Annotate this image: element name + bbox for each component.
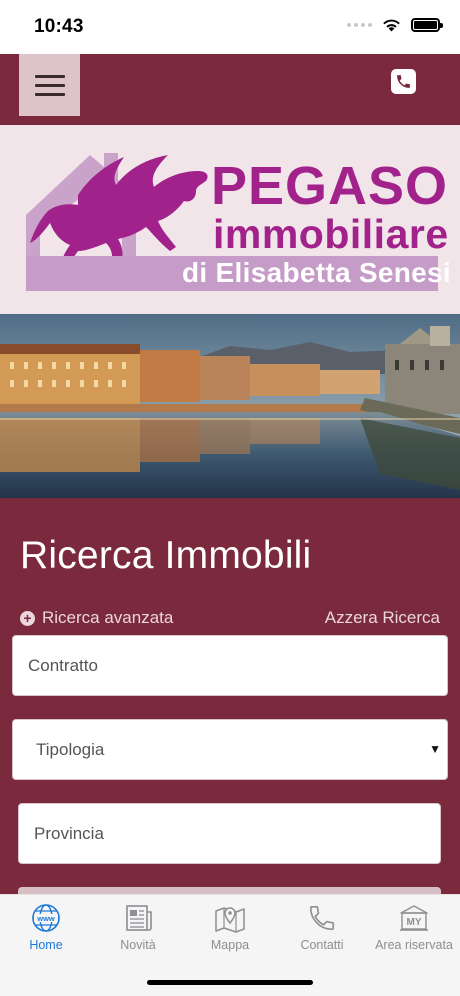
tab-news-label: Novità (120, 938, 156, 952)
hero-image (0, 314, 460, 498)
status-bar: 10:43 (0, 0, 460, 54)
dropdown-caret-icon: ▼ (429, 742, 441, 756)
advanced-search-link[interactable]: + Ricerca avanzata (20, 608, 173, 628)
tab-reserved-area[interactable]: MY Area riservata (368, 903, 460, 952)
property-type-select[interactable]: Tipologia ▼ (12, 719, 448, 780)
reset-search-link[interactable]: Azzera Ricerca (325, 608, 440, 628)
wifi-icon (383, 19, 400, 32)
top-app-bar (0, 54, 460, 125)
brand-owner: di Elisabetta Senesi (182, 257, 451, 288)
advanced-search-label: Ricerca avanzata (42, 608, 174, 627)
home-indicator (147, 980, 313, 985)
tab-map-label: Mappa (210, 938, 250, 952)
battery-icon (411, 18, 443, 32)
phone-icon (309, 905, 335, 931)
tab-home[interactable]: www Home (0, 903, 92, 952)
tab-reserved-area-label: Area riservata (375, 938, 453, 952)
menu-button[interactable] (19, 54, 80, 116)
brand-logo: PEGASO immobiliare di Elisabetta Senesi (0, 125, 460, 314)
cellular-signal-icon (347, 23, 372, 27)
tab-home-label: Home (29, 938, 63, 952)
brand-subtitle: immobiliare (213, 211, 449, 257)
tab-news[interactable]: Novità (92, 903, 184, 952)
svg-text:www: www (36, 914, 55, 923)
search-title: Ricerca Immobili (20, 534, 312, 577)
river-panorama-image (0, 314, 460, 498)
phone-icon (397, 75, 410, 88)
brand-name: PEGASO (211, 156, 449, 216)
newspaper-icon (126, 905, 152, 931)
search-options-row: + Ricerca avanzata Azzera Ricerca (20, 608, 440, 628)
call-button[interactable] (391, 69, 416, 94)
province-field[interactable]: Provincia (18, 803, 441, 864)
plus-circle-icon: + (20, 610, 35, 626)
search-section: Ricerca Immobili + Ricerca avanzata Azze… (0, 498, 460, 897)
my-area-icon: MY (400, 905, 428, 931)
tab-contacts-label: Contatti (300, 938, 344, 952)
tab-map[interactable]: Mappa (184, 903, 276, 952)
status-time: 10:43 (34, 16, 84, 37)
svg-text:MY: MY (407, 917, 422, 928)
globe-www-icon: www (32, 904, 60, 932)
status-icons (347, 18, 443, 32)
map-pin-icon (215, 907, 245, 933)
tab-contacts[interactable]: Contatti (276, 903, 368, 952)
hamburger-menu-icon (34, 74, 65, 78)
contract-field[interactable]: Contratto (12, 635, 448, 696)
property-type-value: Tipologia (36, 739, 105, 759)
